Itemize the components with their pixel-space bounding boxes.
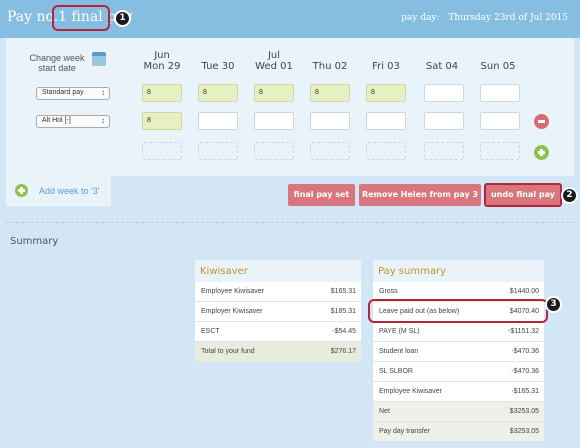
callout-2: 2 (561, 187, 578, 204)
hours-input[interactable] (480, 112, 520, 130)
kiwisaver-title: Kiwisaver (195, 260, 361, 282)
add-icon (15, 184, 28, 197)
kiwisaver-panel: Kiwisaver Employee Kiwisaver $165.31 Empl… (195, 260, 361, 362)
summary-row: Employee Kiwisaver $165.31 (195, 282, 361, 302)
day-header: Jun Mon 29 (143, 50, 181, 72)
hours-input[interactable] (480, 84, 520, 102)
callout-3: 3 (545, 296, 562, 313)
pay-summary-title: Pay summary (373, 260, 544, 282)
pay-day: pay day: Thursday 23rd of Jul 2015 (401, 13, 568, 23)
summary-row: Pay day transfer $3253.05 (373, 422, 544, 442)
pay-day-value: Thursday 23rd of Jul 2015 (448, 13, 568, 23)
hours-input[interactable] (366, 112, 406, 130)
empty-cell (424, 142, 464, 160)
hours-input[interactable]: 8 (198, 84, 238, 102)
day-header: Thu 02 (312, 61, 348, 72)
summary-heading: Summary (10, 236, 59, 247)
leave-paid-highlight (368, 299, 548, 323)
change-week-label[interactable]: Change week start date (26, 53, 88, 73)
summary-row: Student loan -$470.36 (373, 342, 544, 362)
hours-input[interactable]: 8 (142, 112, 182, 130)
empty-cell (198, 142, 238, 160)
summary-row: Employer Kiwisaver $185.31 (195, 302, 361, 322)
empty-cell (310, 142, 350, 160)
hours-input[interactable]: 8 (142, 84, 182, 102)
summary-row: PAYE (M SL) -$1151.32 (373, 322, 544, 342)
empty-cell (142, 142, 182, 160)
calendar-icon[interactable] (92, 52, 106, 66)
divider (6, 222, 574, 223)
pay-type-select[interactable]: Alt Hol [-] (36, 115, 110, 128)
day-header: Sun 05 (480, 61, 516, 72)
hours-input[interactable] (254, 112, 294, 130)
empty-cell (366, 142, 406, 160)
pay-summary-panel: Pay summary Gross $1440.00 Leave paid out… (373, 260, 544, 442)
hours-input[interactable] (424, 84, 464, 102)
hours-input[interactable]: 8 (366, 84, 406, 102)
pay-day-label: pay day: (401, 13, 440, 23)
empty-cell (254, 142, 294, 160)
title-highlight (52, 5, 110, 31)
add-week-label: Add week to '3' (39, 186, 100, 196)
day-header: Sat 04 (425, 61, 459, 72)
summary-row: Employee Kiwisaver -$165.31 (373, 382, 544, 402)
callout-1: 1 (114, 10, 131, 27)
empty-cell (480, 142, 520, 160)
remove-from-pay-button[interactable]: Remove Helen from pay 3 (359, 184, 481, 206)
hours-input[interactable] (424, 112, 464, 130)
hours-input[interactable]: 8 (310, 84, 350, 102)
pay-type-select[interactable]: Standard pay (36, 87, 110, 100)
summary-row: Net $3253.05 (373, 402, 544, 422)
summary-row: Total to your fund $276.17 (195, 342, 361, 362)
summary-row: SL SLBOR -$470.36 (373, 362, 544, 382)
day-header: Fri 03 (372, 61, 400, 72)
add-week-button[interactable]: Add week to '3' (6, 176, 111, 206)
summary-row: ESCT -$54.45 (195, 322, 361, 342)
undo-highlight (484, 183, 562, 207)
hours-input[interactable]: 8 (254, 84, 294, 102)
remove-row-icon[interactable] (534, 114, 549, 129)
hours-input[interactable] (310, 112, 350, 130)
final-pay-set-button[interactable]: final pay set (288, 184, 355, 206)
day-header: Jul Wed 01 (255, 50, 293, 72)
day-header: Tue 30 (201, 61, 235, 72)
add-row-icon[interactable] (534, 145, 549, 160)
hours-input[interactable] (198, 112, 238, 130)
